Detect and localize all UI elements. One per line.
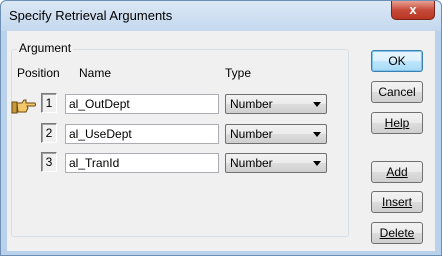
chevron-down-icon — [313, 161, 321, 166]
add-button-label: Add — [386, 165, 408, 179]
row-1-type-select[interactable]: Number — [225, 94, 327, 114]
dialog-body: Argument Position Name Type 1 Number 2 N… — [7, 31, 435, 251]
retrieval-arguments-dialog: Specify Retrieval Arguments x Argument P… — [0, 0, 442, 256]
chevron-down-icon — [313, 102, 321, 107]
name-column-header: Name — [79, 66, 112, 80]
title-bar[interactable]: Specify Retrieval Arguments x — [1, 1, 441, 31]
insert-button-label: Insert — [381, 195, 412, 209]
row-2-type-value: Number — [230, 127, 273, 141]
window-title: Specify Retrieval Arguments — [9, 8, 173, 23]
help-button[interactable]: Help — [371, 112, 423, 134]
row-3-type-value: Number — [230, 156, 273, 170]
type-column-header: Type — [225, 66, 252, 80]
close-icon: x — [409, 2, 417, 17]
row-1-name-input[interactable] — [65, 94, 219, 114]
row-3-position: 3 — [41, 152, 57, 172]
delete-button-label: Delete — [379, 226, 415, 240]
row-3-name-input[interactable] — [65, 153, 219, 173]
row-2-name-input[interactable] — [65, 124, 219, 144]
ok-button[interactable]: OK — [371, 50, 423, 72]
row-2-type-select[interactable]: Number — [225, 124, 327, 144]
close-button[interactable]: x — [391, 1, 435, 20]
pointing-hand-icon — [11, 99, 36, 114]
help-button-label: Help — [384, 116, 410, 130]
row-1-type-value: Number — [230, 97, 273, 111]
chevron-down-icon — [313, 132, 321, 137]
delete-button[interactable]: Delete — [371, 222, 423, 244]
position-column-header: Position — [17, 66, 60, 80]
row-2-position: 2 — [41, 123, 57, 143]
insert-button[interactable]: Insert — [371, 191, 423, 213]
row-3-type-select[interactable]: Number — [225, 153, 327, 173]
cancel-button[interactable]: Cancel — [371, 81, 423, 103]
add-button[interactable]: Add — [371, 161, 423, 183]
row-1-position: 1 — [41, 93, 57, 113]
argument-group-label: Argument — [17, 41, 74, 55]
